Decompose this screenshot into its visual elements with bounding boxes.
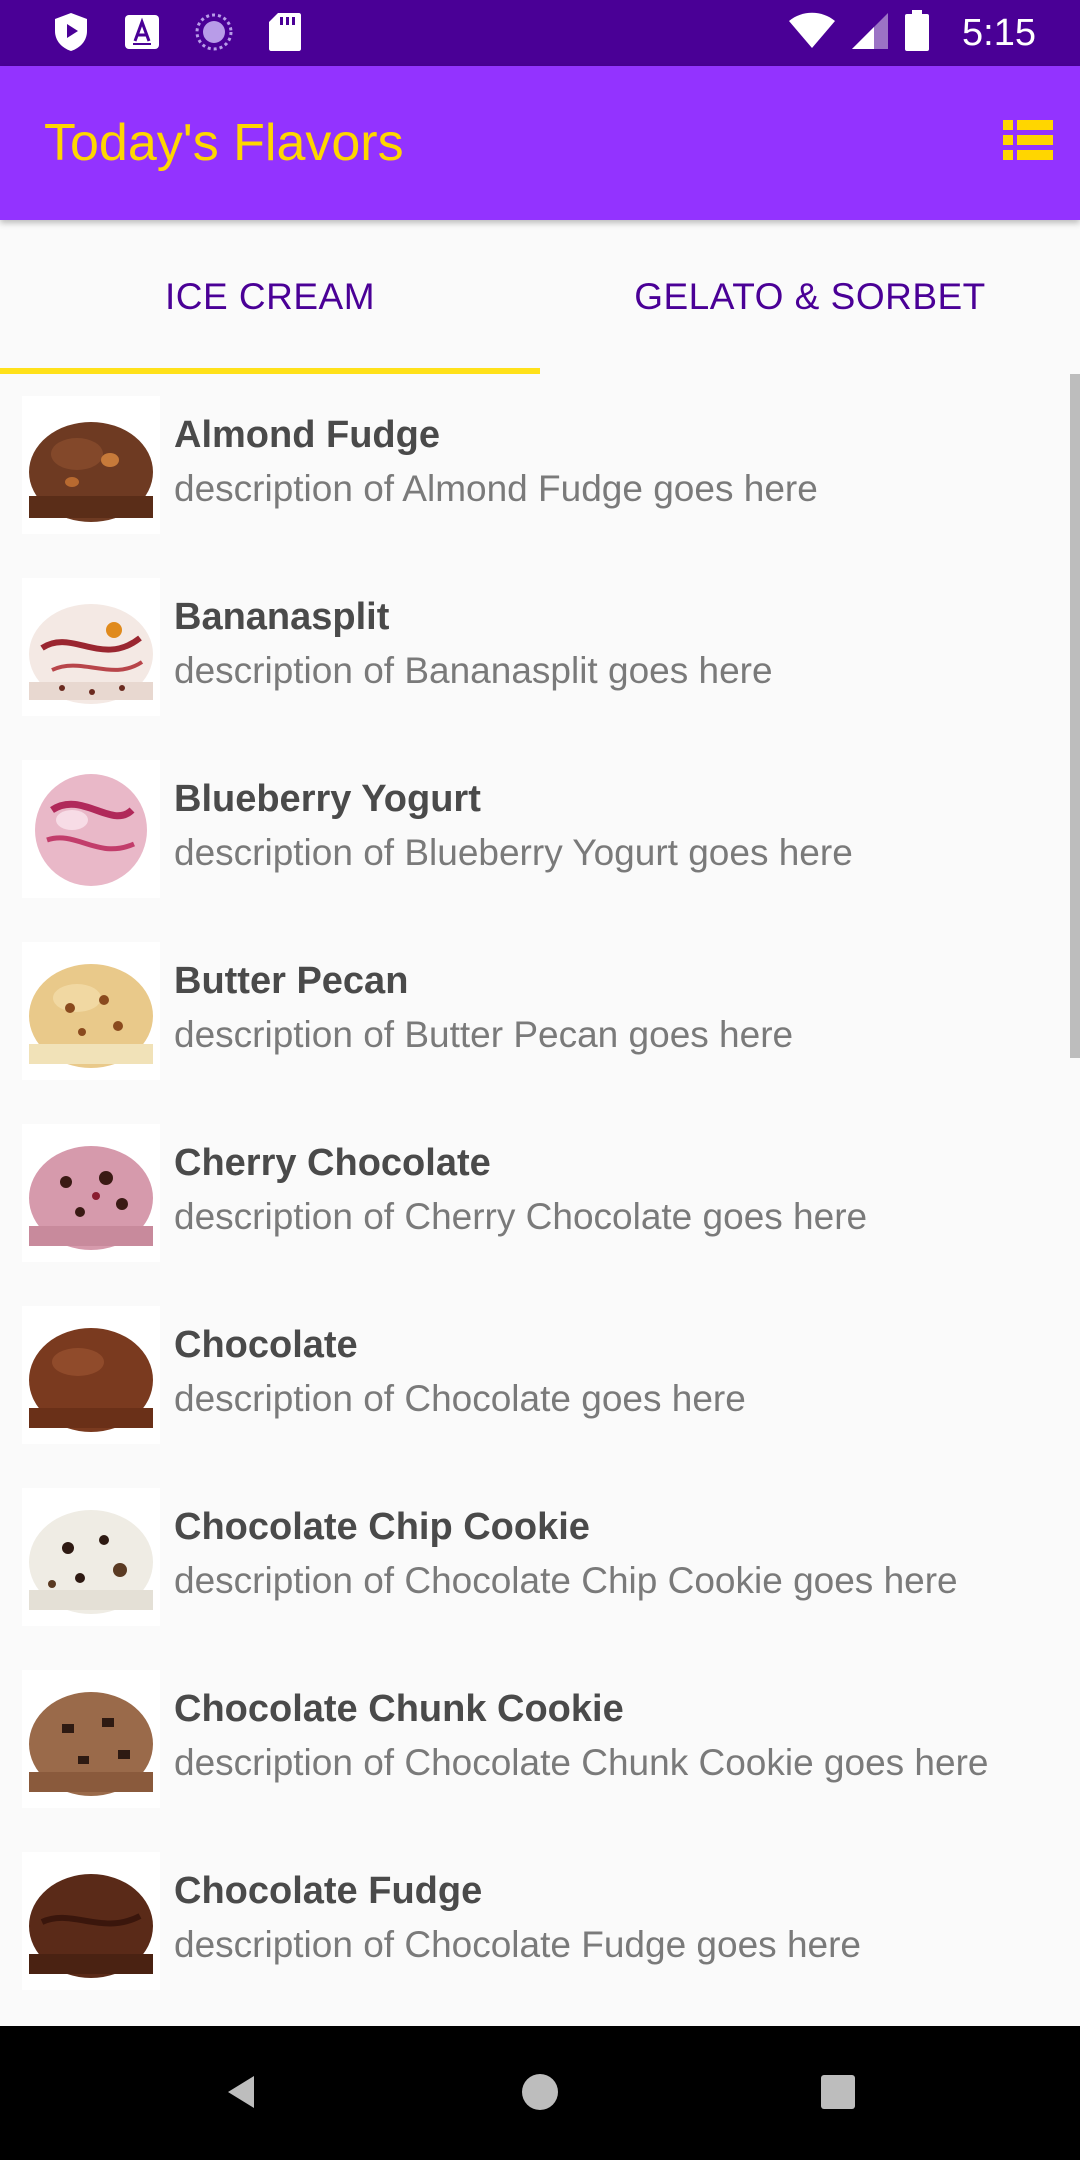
recents-button[interactable] (798, 2054, 878, 2134)
recents-icon (818, 2072, 858, 2117)
flavor-thumbnail (22, 578, 160, 716)
flavor-name: Chocolate Chip Cookie (174, 1506, 590, 1548)
flavor-name: Bananasplit (174, 596, 390, 638)
loading-icon (194, 12, 234, 57)
signal-icon (850, 11, 890, 56)
list-item-bananasplit[interactable]: Bananasplit description of Bananasplit g… (0, 556, 1060, 738)
flavor-list[interactable]: Almond Fudge description of Almond Fudge… (0, 374, 1080, 2026)
list-item-blueberry-yogurt[interactable]: Blueberry Yogurt description of Blueberr… (0, 738, 1060, 920)
list-item-almond-fudge[interactable]: Almond Fudge description of Almond Fudge… (0, 374, 1060, 556)
flavor-description: description of Bananasplit goes here (174, 650, 773, 691)
flavor-name: Chocolate (174, 1324, 358, 1366)
flavor-description: description of Chocolate Chip Cookie goe… (174, 1560, 958, 1601)
list-scrollbar[interactable] (1070, 374, 1080, 1058)
flavor-thumbnail (22, 1852, 160, 1990)
list-item-cherry-chocolate[interactable]: Cherry Chocolate description of Cherry C… (0, 1102, 1060, 1284)
flavor-description: description of Cherry Chocolate goes her… (174, 1196, 868, 1237)
list-item-chocolate-fudge[interactable]: Chocolate Fudge description of Chocolate… (0, 1830, 1060, 2012)
play-protect-icon (52, 11, 90, 58)
flavor-description: description of Almond Fudge goes here (174, 468, 818, 509)
list-item-butter-pecan[interactable]: Butter Pecan description of Butter Pecan… (0, 920, 1060, 1102)
flavor-name: Almond Fudge (174, 414, 440, 456)
home-button[interactable] (500, 2054, 580, 2134)
flavor-thumbnail (22, 760, 160, 898)
list-item-chocolate-chip-cookie[interactable]: Chocolate Chip Cookie description of Cho… (0, 1466, 1060, 1648)
navigation-bar (0, 2026, 1080, 2160)
flavor-name: Chocolate Fudge (174, 1870, 483, 1912)
app-bar: Today's Flavors (0, 66, 1080, 220)
list-item-chocolate-chunk-cookie[interactable]: Chocolate Chunk Cookie description of Ch… (0, 1648, 1060, 1830)
sd-card-icon (268, 12, 302, 57)
back-button[interactable] (202, 2054, 282, 2134)
flavor-name: Blueberry Yogurt (174, 778, 481, 820)
status-bar: 5:15 (0, 0, 1080, 66)
flavor-description: description of Chocolate Chunk Cookie go… (174, 1742, 989, 1783)
wifi-icon (788, 12, 836, 55)
home-icon (520, 2072, 560, 2117)
tab-bar: ICE CREAM GELATO & SORBET (0, 220, 1080, 374)
flavor-thumbnail (22, 1488, 160, 1626)
flavor-name: Butter Pecan (174, 960, 409, 1002)
list-item-chocolate[interactable]: Chocolate description of Chocolate goes … (0, 1284, 1060, 1466)
tab-gelato-sorbet[interactable]: GELATO & SORBET (540, 220, 1080, 374)
status-notifications (52, 12, 302, 56)
flavor-thumbnail (22, 396, 160, 534)
flavor-description: description of Chocolate Fudge goes here (174, 1924, 861, 1965)
a-notification-icon (124, 14, 160, 55)
list-view-button[interactable] (1002, 116, 1054, 168)
flavor-thumbnail (22, 942, 160, 1080)
status-system: 5:15 (788, 8, 1036, 58)
tab-ice-cream[interactable]: ICE CREAM (0, 220, 540, 374)
app-title: Today's Flavors (44, 114, 404, 172)
flavor-name: Chocolate Chunk Cookie (174, 1688, 624, 1730)
flavor-name: Cherry Chocolate (174, 1142, 491, 1184)
flavor-thumbnail (22, 1124, 160, 1262)
flavor-description: description of Chocolate goes here (174, 1378, 746, 1419)
flavor-description: description of Blueberry Yogurt goes her… (174, 832, 853, 873)
flavor-description: description of Butter Pecan goes here (174, 1014, 794, 1055)
flavor-thumbnail (22, 1670, 160, 1808)
list-view-icon (1003, 119, 1053, 165)
flavor-thumbnail (22, 1306, 160, 1444)
status-time: 5:15 (962, 11, 1036, 54)
back-icon (222, 2072, 262, 2117)
battery-icon (904, 9, 930, 57)
